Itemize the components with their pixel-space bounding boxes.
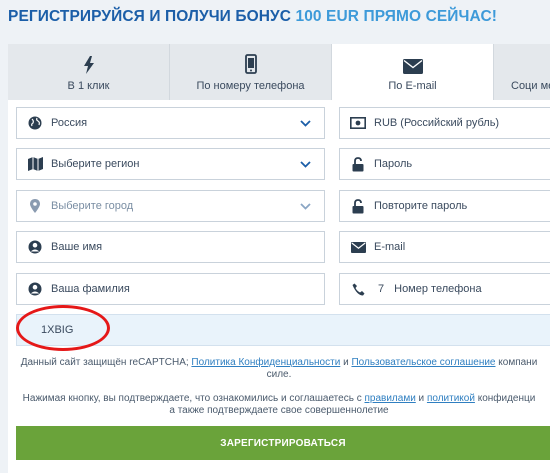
repeat-password-field[interactable]: Повторите пароль [339,190,550,222]
country-select[interactable]: Россия [16,107,325,139]
tab-social[interactable]: Соци ме [494,44,550,100]
unlock-icon [350,198,366,214]
last-name-placeholder: Ваша фамилия [51,283,130,295]
phone-field[interactable]: 7 Номер телефона [339,273,550,305]
city-placeholder: Выберите город [51,200,134,212]
phone-placeholder: Номер телефона [394,283,482,295]
consent-line2: а также подтверждаете свое совершеннолет… [169,405,389,416]
chevron-down-icon [300,119,312,127]
region-select[interactable]: Выберите регион [16,148,325,180]
consent-and: и [415,393,427,404]
phone-code[interactable]: 7 [378,283,384,295]
chevron-down-icon [300,160,312,168]
email-field[interactable]: E-mail [339,231,550,263]
city-select[interactable]: Выберите город [16,190,325,222]
tab-email[interactable]: По E-mail [332,44,494,100]
tab-label: Соци ме [511,80,550,92]
tab-one-click[interactable]: В 1 клик [8,44,170,100]
country-value: Россия [51,117,88,129]
password-placeholder: Пароль [374,158,413,170]
region-placeholder: Выберите регион [51,158,140,170]
last-name-field[interactable]: Ваша фамилия [16,273,325,305]
recaptcha-prefix: Данный сайт защищён reCAPTCHA; [20,357,192,368]
policy-link[interactable]: политикой [427,393,475,404]
registration-tabs: В 1 клик По номеру телефона По E-mail Со… [8,44,550,100]
user-circle-icon [27,281,43,297]
unlock-icon [350,156,366,172]
tab-phone[interactable]: По номеру телефона [170,44,332,100]
first-name-placeholder: Ваше имя [51,241,103,253]
promo-highlight-circle [16,305,110,351]
consent-prefix: Нажимая кнопку, вы подтверждаете, что оз… [22,393,365,404]
recaptcha-suffix: компани [495,357,538,368]
register-button[interactable]: ЗАРЕГИСТРИРОВАТЬСЯ [16,426,550,460]
consent-note: Нажимая кнопку, вы подтверждаете, что оз… [8,393,550,417]
title-main: РЕГИСТРИРУЙСЯ И ПОЛУЧИ БОНУС [8,8,296,25]
phone-handset-icon [350,281,366,297]
phone-icon [244,52,257,74]
tab-label: В 1 клик [67,80,110,92]
user-circle-icon [27,239,43,255]
email-placeholder: E-mail [374,241,406,253]
title-accent: 100 EUR ПРЯМО СЕЙЧАС! [295,8,498,25]
currency-select[interactable]: RUB (Российский рубль) [339,107,550,139]
consent-suffix: конфиденци [474,393,536,404]
map-icon [27,156,43,172]
password-field[interactable]: Пароль [339,148,550,180]
envelope-icon [350,239,366,255]
recaptcha-note: Данный сайт защищён reCAPTCHA; Политика … [8,357,550,381]
lightning-icon [83,52,95,74]
tab-label: По номеру телефона [196,80,305,92]
repeat-password-placeholder: Повторите пароль [374,200,468,212]
page-title: РЕГИСТРИРУЙСЯ И ПОЛУЧИ БОНУС 100 EUR ПРЯ… [8,8,497,32]
globe-icon [27,115,43,131]
currency-value: RUB (Российский рубль) [374,117,500,129]
map-marker-icon [27,198,43,214]
terms-link[interactable]: Пользовательское соглашение [351,357,495,368]
recaptcha-and: и [340,357,352,368]
privacy-policy-link[interactable]: Политика Конфиденциальности [191,357,340,368]
money-icon [350,115,366,131]
rules-link[interactable]: правилами [364,393,415,404]
tab-label: По E-mail [388,80,437,92]
chevron-down-icon [300,202,312,210]
first-name-field[interactable]: Ваше имя [16,231,325,263]
envelope-icon [402,52,423,74]
recaptcha-line2: силе. [266,369,292,380]
